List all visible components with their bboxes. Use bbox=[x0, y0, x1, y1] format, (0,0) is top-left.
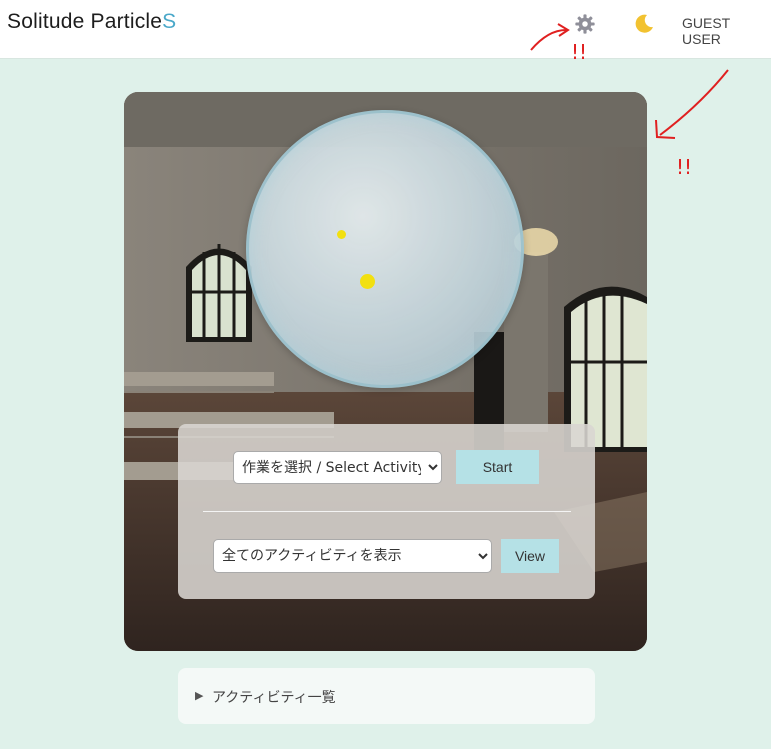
start-button[interactable]: Start bbox=[456, 450, 539, 484]
activity-select[interactable]: 作業を選択 / Select Activity bbox=[233, 451, 442, 484]
particle-dot bbox=[360, 274, 375, 289]
glass-orb bbox=[246, 110, 524, 388]
guest-user-link[interactable]: GUEST USER bbox=[682, 15, 771, 47]
activity-list-toggle[interactable]: ▶ アクティビティ一覧 bbox=[178, 668, 595, 724]
brand-accent: S bbox=[162, 10, 177, 33]
activity-list-label: アクティビティ一覧 bbox=[212, 690, 336, 706]
gear-icon[interactable] bbox=[574, 13, 596, 35]
disclosure-triangle-icon: ▶ bbox=[195, 689, 204, 702]
view-filter-select[interactable]: 全てのアクティビティを表示 bbox=[213, 539, 492, 573]
view-button[interactable]: View bbox=[501, 539, 559, 573]
top-header: Solitude ParticleS GUEST USER bbox=[0, 0, 771, 59]
brand-main: Solitude Particle bbox=[7, 10, 163, 33]
annotation-mark-right: !! bbox=[676, 155, 693, 179]
app-title[interactable]: Solitude ParticleS bbox=[7, 10, 176, 34]
panel-divider bbox=[203, 511, 571, 512]
particle-dot bbox=[337, 230, 346, 239]
moon-icon[interactable] bbox=[632, 12, 656, 36]
